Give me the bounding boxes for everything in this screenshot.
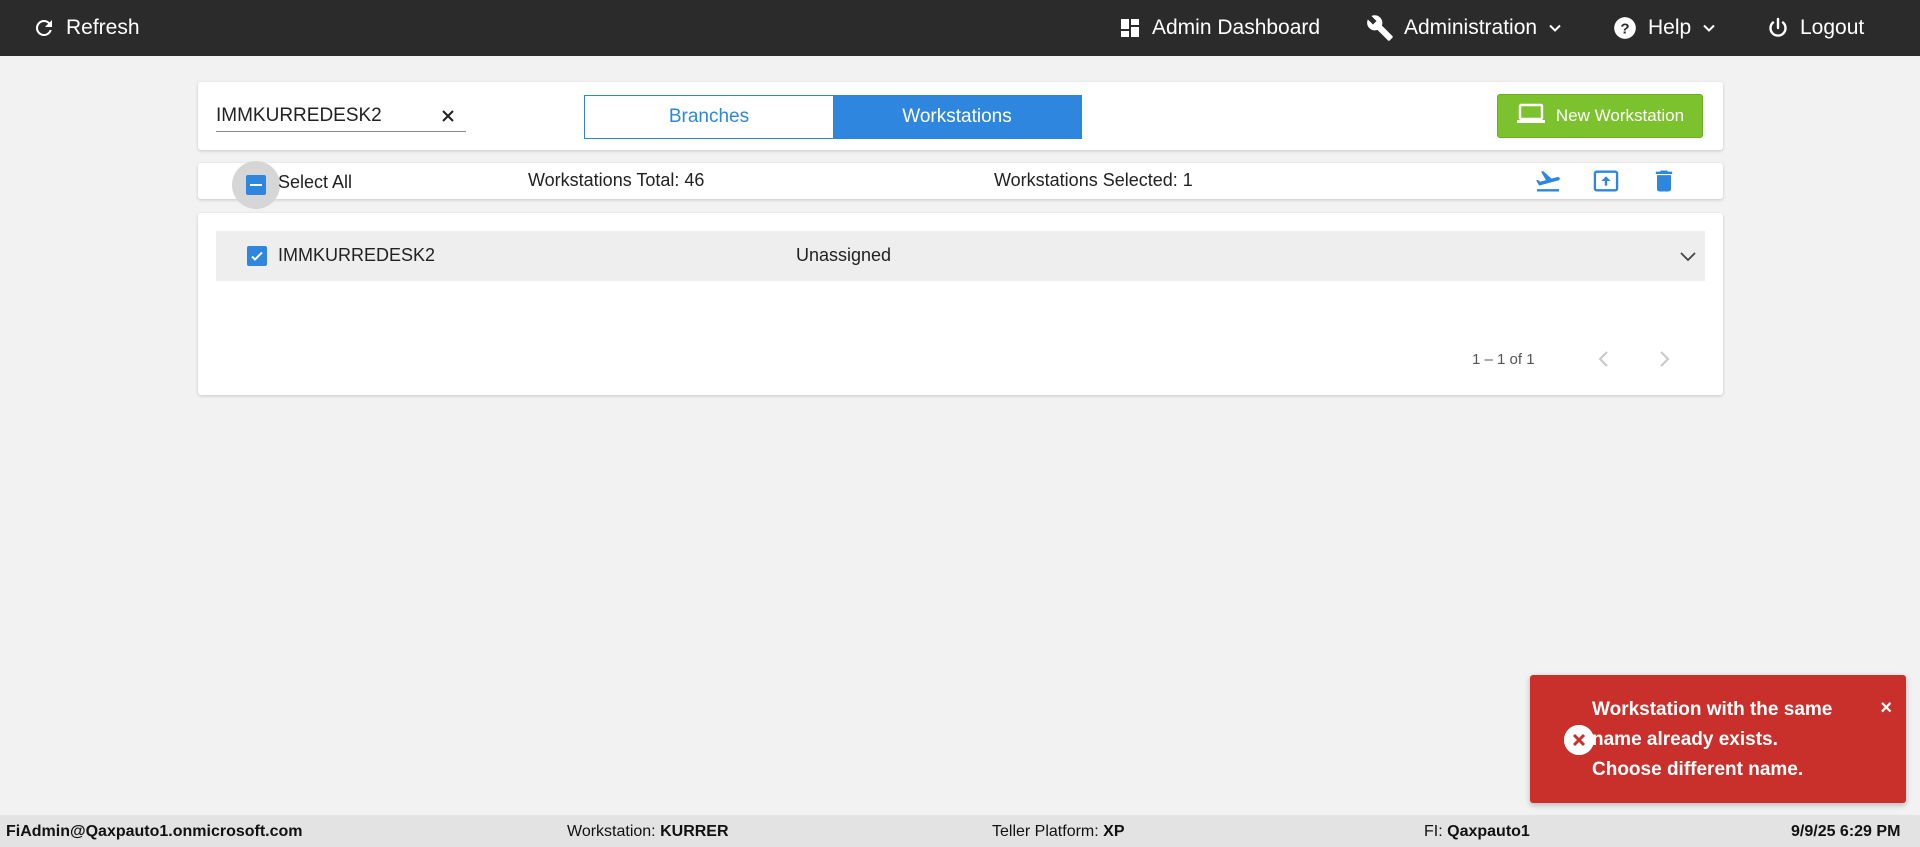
- laptop-icon: [1516, 103, 1546, 130]
- workstation-branch: Unassigned: [796, 245, 892, 265]
- row-checkbox[interactable]: [247, 246, 267, 266]
- administration-label: Administration: [1404, 16, 1538, 39]
- logout-label: Logout: [1800, 16, 1865, 39]
- workstation-name: IMMKURREDESK2: [278, 245, 436, 265]
- refresh-icon: [32, 16, 56, 40]
- svg-text:?: ?: [1620, 20, 1629, 37]
- platform-status-label: Teller Platform:: [992, 823, 1099, 840]
- indeterminate-check-icon: [246, 175, 266, 195]
- workstation-list-panel: IMMKURREDESK2 Unassigned 1 – 1 of 1: [198, 213, 1723, 395]
- workstations-selected: Workstations Selected: 1: [994, 170, 1193, 190]
- flight-takeoff-icon[interactable]: [1534, 167, 1562, 200]
- select-all-checkbox[interactable]: [232, 161, 280, 209]
- new-workstation-label: New Workstation: [1555, 106, 1685, 125]
- tab-branches[interactable]: Branches: [585, 96, 833, 138]
- chevron-down-icon: [1701, 20, 1717, 36]
- pagination-range: 1 – 1 of 1: [1472, 351, 1535, 368]
- help-icon: ?: [1612, 15, 1638, 41]
- toast-close-button[interactable]: ×: [1880, 697, 1892, 720]
- view-toggle: Branches Workstations: [584, 95, 1082, 139]
- search-field: [216, 102, 466, 132]
- next-page-button[interactable]: [1649, 344, 1679, 374]
- chevron-right-icon: [1660, 351, 1670, 367]
- error-icon: [1564, 725, 1594, 755]
- status-fi: FI: Qaxpauto1: [1424, 823, 1530, 841]
- power-icon: [1766, 16, 1790, 40]
- wrench-icon: [1366, 14, 1394, 42]
- workstations-total: Workstations Total: 46: [528, 170, 705, 190]
- administration-menu[interactable]: Administration: [1366, 0, 1563, 56]
- checkbox-focus-ring: [232, 161, 280, 209]
- clear-search-button[interactable]: [438, 106, 458, 126]
- status-workstation: Workstation: KURRER: [567, 823, 729, 841]
- selection-bar: Select All Workstations Total: 46 Workst…: [198, 161, 1723, 209]
- admin-dashboard-label: Admin Dashboard: [1152, 16, 1321, 39]
- help-label: Help: [1648, 16, 1692, 39]
- workstation-status-label: Workstation:: [567, 823, 656, 840]
- status-platform: Teller Platform: XP: [992, 823, 1125, 841]
- delete-icon[interactable]: [1650, 167, 1678, 200]
- datetime-value: 9/9/25 6:29 PM: [1791, 823, 1901, 840]
- tab-workstations[interactable]: Workstations: [833, 96, 1081, 138]
- status-datetime: 9/9/25 6:29 PM: [1791, 823, 1900, 841]
- logout-button[interactable]: Logout: [1766, 0, 1864, 56]
- close-icon: [442, 110, 454, 122]
- fi-status-label: FI:: [1424, 823, 1443, 840]
- checkmark-icon: [251, 251, 263, 261]
- refresh-button[interactable]: Refresh: [32, 0, 140, 56]
- admin-dashboard-link[interactable]: Admin Dashboard: [1118, 0, 1320, 56]
- chevron-down-icon: [1547, 20, 1563, 36]
- chevron-left-icon: [1598, 351, 1608, 367]
- help-menu[interactable]: ? Help: [1612, 0, 1717, 56]
- search-input[interactable]: [216, 102, 436, 130]
- upload-icon[interactable]: [1592, 167, 1620, 200]
- user-email: FiAdmin@Qaxpauto1.onmicrosoft.com: [6, 823, 303, 840]
- dashboard-icon: [1118, 16, 1142, 40]
- workstation-status-value: KURRER: [660, 823, 729, 840]
- toolbar-panel: Branches Workstations New Workstation: [198, 82, 1723, 150]
- toast-message: Workstation with the same name already e…: [1592, 699, 1833, 780]
- refresh-label: Refresh: [66, 16, 140, 39]
- select-all-label[interactable]: Select All: [278, 172, 352, 193]
- table-row[interactable]: IMMKURREDESK2 Unassigned: [216, 231, 1705, 281]
- new-workstation-button[interactable]: New Workstation: [1497, 94, 1703, 138]
- status-user: FiAdmin@Qaxpauto1.onmicrosoft.com: [6, 823, 303, 841]
- status-bar: FiAdmin@Qaxpauto1.onmicrosoft.com Workst…: [0, 815, 1920, 847]
- expand-chevron-icon[interactable]: [1679, 249, 1697, 268]
- error-toast: Workstation with the same name already e…: [1530, 675, 1906, 803]
- platform-status-value: XP: [1103, 823, 1125, 840]
- top-nav-bar: Refresh Admin Dashboard Administration ?…: [0, 0, 1920, 56]
- fi-status-value: Qaxpauto1: [1447, 823, 1530, 840]
- previous-page-button[interactable]: [1589, 344, 1619, 374]
